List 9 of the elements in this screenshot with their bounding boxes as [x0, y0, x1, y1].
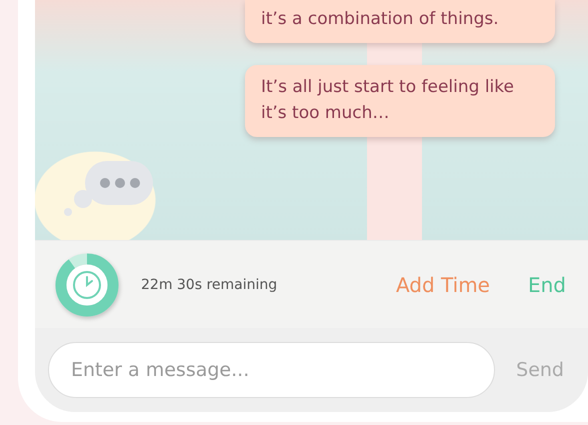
message-bubble: it’s a combination of things.	[245, 0, 555, 43]
time-remaining-text: 22m 30s remaining	[141, 276, 278, 292]
typing-indicator-icon	[63, 159, 155, 217]
message-input-field[interactable]: Enter a message...	[48, 342, 495, 398]
message-bubble: It’s all just start to feeling like it’s too much…	[245, 65, 555, 137]
clock-icon	[73, 270, 101, 298]
send-button[interactable]: Send	[516, 359, 564, 381]
end-button[interactable]: End	[528, 272, 566, 296]
add-time-button[interactable]: Add Time	[396, 272, 490, 296]
